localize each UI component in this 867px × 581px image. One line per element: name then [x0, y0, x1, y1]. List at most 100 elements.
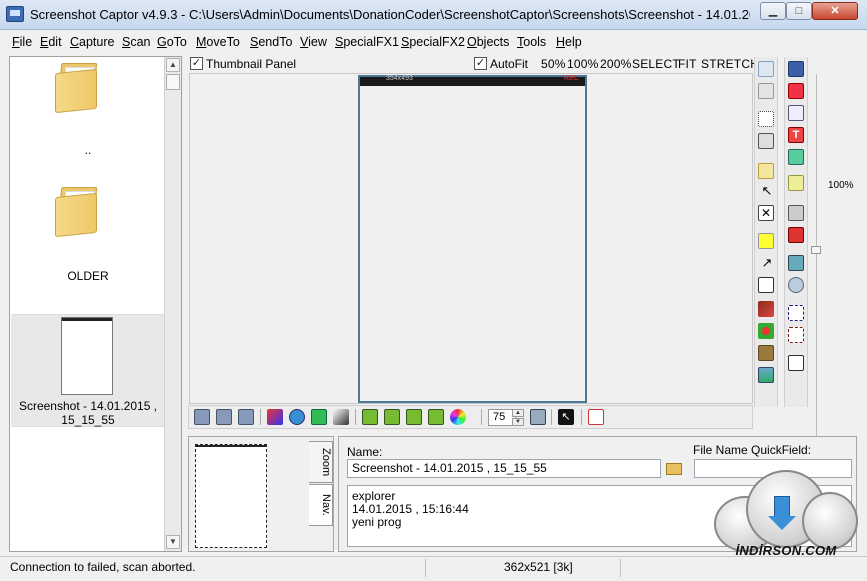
close-button[interactable]: ✕	[812, 2, 858, 20]
quickfield-label: File Name QuickField:	[693, 443, 812, 457]
rotate-text-icon[interactable]	[216, 409, 232, 425]
status-separator	[425, 559, 426, 577]
file-item-older-folder[interactable]: OLDER	[11, 179, 165, 309]
menu-specialfx2[interactable]: SpecialFX2	[401, 35, 465, 49]
file-item-screenshot[interactable]: Screenshot - 14.01.2015 , 15_15_55	[11, 314, 165, 427]
scroll-up-arrow-icon[interactable]: ▲	[166, 58, 180, 72]
menu-scan[interactable]: Scan	[122, 35, 151, 49]
preview-titlebar: 354x493 REC	[360, 75, 585, 86]
app-icon[interactable]	[6, 6, 24, 22]
menu-help[interactable]: Help	[556, 35, 582, 49]
file-item-label: OLDER	[67, 269, 109, 283]
menu-tools[interactable]: Tools	[517, 35, 546, 49]
brush-icon[interactable]	[758, 301, 774, 317]
menu-specialfx1[interactable]: SpecialFX1	[335, 35, 399, 49]
slider-handle[interactable]	[811, 246, 821, 254]
window-icon[interactable]	[758, 61, 774, 77]
folder-icon	[55, 63, 105, 114]
file-list-scrollbar[interactable]: ▲ ▼	[164, 57, 181, 551]
scroll-thumb[interactable]	[166, 74, 180, 90]
autofit-checkbox[interactable]: ✓	[474, 57, 487, 70]
text-box-icon[interactable]	[758, 277, 774, 293]
preview-options-bar: ✓ Thumbnail Panel ✓ AutoFit 50% 100% 200…	[188, 56, 759, 72]
menu-capture[interactable]: Capture	[70, 35, 114, 49]
menu-moveto[interactable]: MoveTo	[196, 35, 240, 49]
arrow-draw-icon[interactable]: ↗	[759, 255, 775, 271]
add-icon[interactable]	[788, 83, 804, 99]
thumbnail-panel-checkbox[interactable]: ✓	[190, 57, 203, 70]
apply-icon[interactable]	[530, 409, 546, 425]
gear-icon[interactable]	[788, 277, 804, 293]
menu-sendto[interactable]: SendTo	[250, 35, 292, 49]
stamp-icon[interactable]	[758, 345, 774, 361]
folder-icon	[55, 187, 105, 238]
pdf-icon[interactable]	[588, 409, 604, 425]
delete-image-icon[interactable]	[788, 149, 804, 165]
paste-right-icon[interactable]	[406, 409, 422, 425]
panel-icon[interactable]	[758, 83, 774, 99]
maximize-button[interactable]: □	[786, 2, 812, 20]
mirror-icon[interactable]	[333, 409, 349, 425]
text-icon[interactable]: T	[788, 127, 804, 143]
status-separator	[620, 559, 621, 577]
spinner-up-icon[interactable]: ▲	[512, 409, 524, 417]
zoom-fit-link[interactable]: FIT	[678, 57, 697, 71]
cursor-icon[interactable]: ↖	[558, 409, 574, 425]
scroll-down-arrow-icon[interactable]: ▼	[166, 535, 180, 549]
crop-x-icon[interactable]: ✕	[758, 205, 774, 221]
autofit-label: AutoFit	[490, 57, 529, 71]
magic-wand-icon[interactable]	[758, 163, 774, 179]
pointer-icon[interactable]: ↖	[759, 183, 775, 199]
toolbox-icon[interactable]	[788, 227, 804, 243]
select-object-icon[interactable]	[788, 327, 804, 343]
browse-folder-button[interactable]	[666, 460, 682, 476]
edit-icon[interactable]	[788, 105, 804, 121]
rotate-icon[interactable]	[194, 409, 210, 425]
navigator-thumbnail[interactable]	[195, 444, 267, 548]
paste-below-icon[interactable]	[428, 409, 444, 425]
menu-goto[interactable]: GoTo	[157, 35, 187, 49]
file-item-parent-folder[interactable]: ..	[11, 57, 165, 177]
minimize-button[interactable]: ▁	[760, 2, 786, 20]
preview-size-text: 354x493	[386, 75, 413, 82]
printer-icon[interactable]	[788, 205, 804, 221]
shapes-icon[interactable]	[758, 323, 774, 339]
color-wheel-icon[interactable]	[450, 409, 466, 425]
zoom-select-link[interactable]: SELECT	[632, 57, 680, 71]
save-icon[interactable]	[788, 61, 804, 77]
screenshot-preview[interactable]: 354x493 REC	[358, 75, 587, 403]
file-item-label-line1: Screenshot - 14.01.2015 ,	[18, 399, 158, 413]
navigator-panel: Zoom Nav.	[188, 436, 334, 552]
tab-nav[interactable]: Nav.	[309, 484, 333, 526]
crop-icon[interactable]	[788, 355, 804, 371]
image-icon[interactable]	[758, 367, 774, 383]
highlight-icon[interactable]	[758, 233, 774, 249]
status-dimensions: 362x521 [3k]	[504, 560, 573, 574]
zoom-100-link[interactable]: 100%	[567, 57, 599, 71]
tab-zoom[interactable]: Zoom	[309, 441, 333, 483]
select-region-icon[interactable]	[758, 111, 774, 127]
monitor-icon[interactable]	[788, 255, 804, 271]
watermark-text: İNDİRSON.COM	[735, 543, 837, 558]
zoom-200-link[interactable]: 200%	[600, 57, 632, 71]
image-canvas[interactable]: 354x493 REC	[189, 73, 753, 404]
paste-icon[interactable]	[362, 409, 378, 425]
rotate-degree-icon[interactable]	[238, 409, 254, 425]
menu-file[interactable]: File	[12, 35, 32, 49]
flip-icon[interactable]	[267, 409, 283, 425]
menu-objects[interactable]: Objects	[467, 35, 509, 49]
spinner-down-icon[interactable]: ▼	[512, 418, 524, 426]
zoom-50-link[interactable]: 50%	[541, 57, 566, 71]
paste-left-icon[interactable]	[384, 409, 400, 425]
list-icon[interactable]	[311, 409, 327, 425]
zoom-stretch-link[interactable]: STRETCH	[701, 57, 759, 71]
globe-icon[interactable]	[289, 409, 305, 425]
export-icon[interactable]	[788, 175, 804, 191]
select-all-icon[interactable]	[788, 305, 804, 321]
file-browser-panel[interactable]: .. OLDER Screenshot - 14.01.2015 , 15_15…	[9, 56, 182, 552]
vertical-toolbar-right: T	[784, 57, 808, 407]
menu-edit[interactable]: Edit	[40, 35, 62, 49]
name-field[interactable]: Screenshot - 14.01.2015 , 15_15_55	[347, 459, 661, 478]
menu-view[interactable]: View	[300, 35, 327, 49]
square-icon[interactable]	[758, 133, 774, 149]
